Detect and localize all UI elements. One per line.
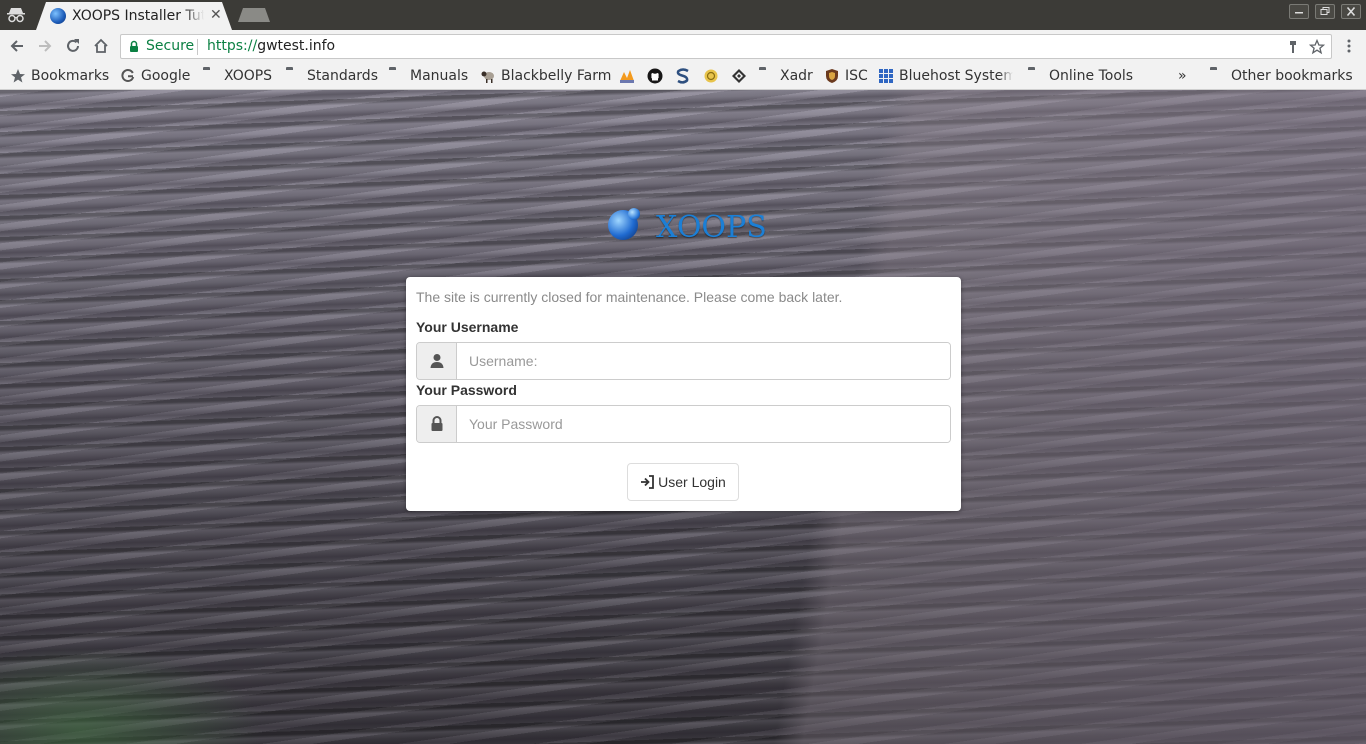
bookmark-stack[interactable] — [675, 66, 691, 86]
bookmark-google[interactable]: Google — [120, 66, 190, 86]
bookmark-label: Online Tools — [1049, 68, 1134, 84]
tab-title: XOOPS Installer Tutorial — [72, 8, 204, 24]
user-login-label: User Login — [658, 474, 726, 490]
minimize-icon — [1295, 12, 1303, 14]
url-scheme: https:// — [207, 38, 258, 54]
folder-icon — [1028, 68, 1044, 84]
bookmark-folder-online-tools[interactable]: Online Tools — [1028, 66, 1133, 86]
new-tab-button[interactable] — [238, 8, 270, 22]
bookmark-folder-standards[interactable]: Standards — [286, 66, 378, 86]
browser-toolbar: Secure https://gwtest.info — [0, 30, 1366, 62]
omnibox-separator — [197, 39, 198, 55]
bookmarks-overflow-button[interactable]: » — [1178, 66, 1187, 86]
bookmark-label: Xadr — [780, 68, 813, 84]
sheep-icon — [481, 71, 494, 83]
sign-in-icon — [641, 475, 655, 489]
folder-icon — [389, 68, 405, 84]
password-input-group — [416, 405, 951, 443]
url-text[interactable]: https://gwtest.info — [207, 38, 335, 54]
bookmark-star-icon[interactable] — [1309, 39, 1325, 55]
bookmark-phpmyadmin[interactable] — [619, 66, 635, 86]
username-input[interactable] — [457, 343, 950, 379]
password-label: Your Password — [416, 382, 517, 398]
home-icon[interactable] — [92, 37, 110, 55]
folder-icon — [1210, 68, 1226, 84]
bookmark-label: Bookmarks — [31, 68, 110, 84]
address-bar[interactable]: Secure https://gwtest.info — [120, 34, 1332, 59]
bookmark-github[interactable] — [647, 66, 663, 86]
bookmark-label: ISC — [845, 68, 868, 84]
bookmark-isc[interactable]: ISC — [824, 66, 868, 86]
minimize-button[interactable] — [1289, 4, 1309, 19]
diamond-grid-icon — [732, 69, 746, 83]
bookmark-label: Other bookmarks — [1231, 68, 1353, 84]
xoops-favicon-icon — [50, 8, 66, 24]
user-icon — [430, 354, 444, 368]
google-icon — [121, 69, 135, 82]
bookmark-label: Google — [141, 68, 191, 84]
emblem-icon — [704, 69, 718, 83]
folder-icon — [759, 68, 775, 84]
incognito-icon — [7, 8, 25, 23]
tab-close-icon[interactable]: ✕ — [210, 7, 222, 23]
page-background: XOOPS The site is currently closed for m… — [0, 90, 1366, 744]
shield-icon — [826, 69, 838, 83]
bookmark-folder-manuals[interactable]: Manuals — [389, 66, 468, 86]
bookmark-bluehost[interactable]: Bluehost System — [878, 66, 1013, 86]
logo-small-sphere-icon — [628, 208, 640, 220]
restore-icon — [1320, 7, 1330, 15]
reload-icon[interactable] — [64, 37, 82, 55]
grid-icon — [879, 69, 893, 83]
github-icon — [647, 68, 663, 84]
secure-label[interactable]: Secure — [146, 38, 194, 54]
bookmark-bookmarks[interactable]: Bookmarks — [10, 66, 109, 86]
bookmark-folder-other[interactable]: Other bookmarks — [1210, 66, 1353, 86]
bookmark-label: XOOPS — [224, 68, 273, 84]
lock-icon — [130, 40, 138, 52]
back-icon[interactable] — [8, 37, 26, 55]
url-host: gwtest.info — [257, 38, 336, 54]
xoops-logo: XOOPS — [606, 208, 767, 248]
bookmark-blackbelly-farm[interactable]: Blackbelly Farm — [480, 66, 611, 86]
extension-pin-icon[interactable] — [1285, 39, 1301, 55]
phpmyadmin-icon — [620, 70, 634, 83]
close-icon — [1346, 6, 1356, 17]
logo-text: XOOPS — [656, 210, 767, 245]
user-login-button[interactable]: User Login — [627, 463, 739, 501]
window-titlebar: XOOPS Installer Tutorial ✕ — [0, 0, 1366, 30]
star-icon — [11, 69, 25, 83]
stack-icon — [676, 68, 689, 84]
bookmark-emblem[interactable] — [703, 66, 719, 86]
forward-icon[interactable] — [36, 37, 54, 55]
folder-icon — [203, 68, 219, 84]
tab-xoops-installer[interactable]: XOOPS Installer Tutorial ✕ — [36, 2, 232, 30]
lock-icon — [431, 416, 443, 431]
bookmarks-bar: Bookmarks Google XOOPS Standards Manuals… — [0, 62, 1366, 90]
bookmark-folder-xadr[interactable]: Xadr — [759, 66, 813, 86]
username-addon — [417, 343, 457, 379]
bookmark-label: Standards — [307, 68, 378, 84]
maintenance-notice: The site is currently closed for mainten… — [416, 289, 843, 305]
bookmark-label: Manuals — [410, 68, 469, 84]
folder-icon — [286, 68, 302, 84]
password-addon — [417, 406, 457, 442]
bookmark-label: Bluehost System — [899, 68, 1013, 84]
bookmark-folder-xoops[interactable]: XOOPS — [203, 66, 272, 86]
bookmark-label: Blackbelly Farm — [501, 68, 612, 84]
close-window-button[interactable] — [1341, 4, 1361, 19]
chrome-menu-icon[interactable] — [1341, 38, 1357, 54]
restore-button[interactable] — [1315, 4, 1335, 19]
username-input-group — [416, 342, 951, 380]
bookmark-diamond-grid[interactable] — [731, 66, 747, 86]
password-input[interactable] — [457, 406, 950, 442]
login-panel: The site is currently closed for mainten… — [406, 277, 961, 511]
username-label: Your Username — [416, 319, 519, 335]
